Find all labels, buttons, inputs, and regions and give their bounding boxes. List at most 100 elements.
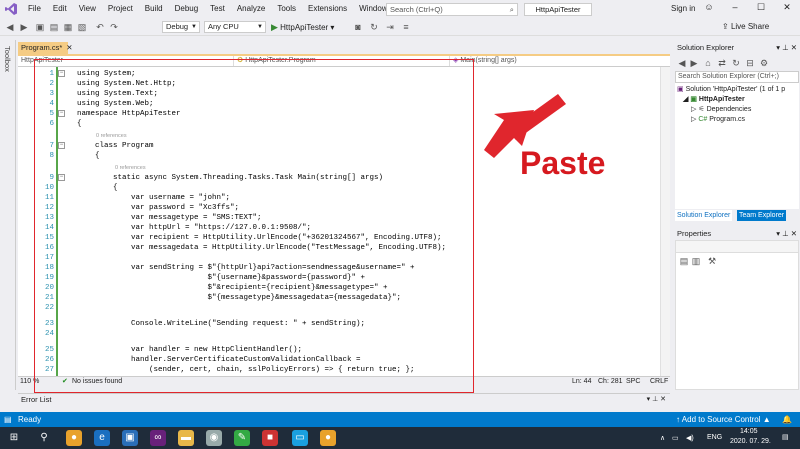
visual-studio-logo-icon (0, 0, 22, 18)
tree-project[interactable]: ◢ ▣ HttpApiTester (683, 95, 745, 104)
menu-debug[interactable]: Debug (169, 0, 205, 18)
tab-solution-explorer[interactable]: Solution Explorer (675, 210, 733, 221)
clock-date[interactable]: 2020. 07. 29. (730, 438, 771, 445)
search-icon: ⌕ (509, 5, 514, 14)
tab-team-explorer[interactable]: Team Explorer (737, 210, 787, 221)
chrome-icon[interactable]: ● (66, 430, 82, 446)
save-all-icon[interactable]: ▧ (76, 21, 88, 33)
toolbox-panel[interactable]: Toolbox (0, 40, 16, 390)
line-ending: CRLF (650, 378, 669, 385)
open-icon[interactable]: ▤ (48, 21, 60, 33)
forward-icon[interactable]: ▶ (18, 21, 30, 33)
volume-icon[interactable]: ◀) (686, 434, 694, 442)
configuration-select[interactable]: Debug ▼ (162, 21, 200, 33)
forward-icon[interactable]: ▶ (688, 57, 700, 69)
solution-search-input[interactable]: Search Solution Explorer (Ctrl+;) (675, 71, 799, 83)
tree-program-cs[interactable]: ▷ C# Program.cs (691, 115, 745, 124)
menu-edit[interactable]: Edit (47, 0, 73, 18)
dependencies-icon: ⚟ (698, 106, 705, 113)
monitor-icon[interactable]: ▭ (292, 430, 308, 446)
tree-solution[interactable]: ▣ Solution 'HttpApiTester' (1 of 1 p (677, 85, 785, 94)
live-share-icon: ⇪ (722, 22, 729, 31)
search-input[interactable]: Search (Ctrl+Q) ⌕ (386, 3, 518, 16)
menu-analyze[interactable]: Analyze (231, 0, 271, 18)
paint-icon[interactable]: ✎ (234, 430, 250, 446)
tree-dependencies[interactable]: ▷ ⚟ Dependencies (691, 105, 751, 114)
collapse-icon[interactable]: ⊟ (744, 57, 756, 69)
menu-project[interactable]: Project (102, 0, 139, 18)
play-icon: ▶ (271, 22, 278, 32)
categorized-icon[interactable]: ▤ (678, 255, 690, 267)
notifications-icon[interactable]: 🔔 (782, 412, 792, 427)
status-ready: Ready (18, 415, 42, 424)
network-icon[interactable]: ▭ (672, 434, 679, 442)
maximize-icon[interactable]: ☐ (752, 2, 770, 13)
camera-icon[interactable]: ◙ (352, 21, 364, 33)
panel-close-icon[interactable]: ▾ ⊥ ✕ (776, 228, 797, 239)
home-icon[interactable]: ⌂ (702, 57, 714, 69)
settings-icon[interactable]: ⚙ (758, 57, 770, 69)
redo-icon[interactable]: ↷ (108, 21, 120, 33)
properties-object-select[interactable] (676, 241, 798, 253)
menu-file[interactable]: File (22, 0, 47, 18)
status-bar: ▤ Ready ↑ Add to Source Control ▲ 🔔 (0, 412, 800, 427)
search-icon[interactable]: ⚲ (36, 430, 52, 446)
platform-select[interactable]: Any CPU ▼ (204, 21, 266, 33)
hot-reload-icon[interactable]: ↻ (368, 21, 380, 33)
wrench-icon[interactable]: ⚒ (706, 255, 718, 267)
nav-member-select[interactable]: ◈ Main(string[] args) (450, 56, 670, 66)
minimize-icon[interactable]: – (726, 2, 744, 12)
step-icon[interactable]: ⇥ (384, 21, 396, 33)
csharp-file-icon: C# (698, 116, 708, 123)
refresh-icon[interactable]: ↻ (730, 57, 742, 69)
file-explorer-icon[interactable]: ▬ (178, 430, 194, 446)
undo-icon[interactable]: ↶ (94, 21, 106, 33)
media-icon[interactable]: ■ (262, 430, 278, 446)
app-icon[interactable]: ▣ (122, 430, 138, 446)
save-icon[interactable]: ▦ (62, 21, 74, 33)
back-icon[interactable]: ◀ (676, 57, 688, 69)
network-app-icon[interactable]: ◉ (206, 430, 222, 446)
tab-program-cs[interactable]: Program.cs* ✕ (18, 42, 73, 54)
menu-test[interactable]: Test (204, 0, 231, 18)
panel-close-icon[interactable]: ▾ ⊥ ✕ (776, 42, 797, 54)
properties-title: Properties ▾ ⊥ ✕ (677, 228, 797, 239)
solution-icon: ▣ (677, 86, 684, 93)
line-indicator: Ln: 44 (572, 378, 592, 385)
tray-arrow-icon[interactable]: ∧ (660, 434, 665, 442)
add-to-source-control[interactable]: ↑ Add to Source Control ▲ (676, 412, 771, 427)
edge-icon[interactable]: e (94, 430, 110, 446)
panel-pin-icon[interactable]: ▾ ⊥ ✕ (647, 395, 666, 403)
tab-close-icon[interactable]: ✕ (66, 43, 72, 52)
menu-view[interactable]: View (73, 0, 102, 18)
highlight-box (34, 59, 474, 393)
action-center-icon[interactable]: ▤ (782, 433, 789, 441)
sign-in-link[interactable]: Sign in (671, 4, 695, 13)
back-icon[interactable]: ◀ (4, 21, 16, 33)
comment-icon[interactable]: ≡ (400, 21, 412, 33)
toolbar: ◀ ▶ ▣ ▤ ▦ ▧ ↶ ↷ Debug ▼ Any CPU ▼ ▶ HttpAp… (0, 18, 800, 36)
error-list-panel[interactable]: Error List ▾ ⊥ ✕ (18, 393, 670, 413)
account-icon[interactable]: ☺ (700, 2, 718, 12)
toolbox-label: Toolbox (3, 46, 12, 72)
column-indicator: Ch: 281 (598, 378, 623, 385)
project-icon: ▣ (690, 96, 697, 103)
close-icon[interactable]: ✕ (778, 2, 796, 13)
windows-taskbar: ⊞ ⚲ ● e ▣ ∞ ▬ ◉ ✎ ■ ▭ ● ∧ ▭ ◀) ENG 14:05… (0, 427, 800, 449)
status-icon: ▤ (4, 415, 12, 424)
visual-studio-icon[interactable]: ∞ (150, 430, 166, 446)
language-indicator[interactable]: ENG (707, 434, 722, 441)
live-share-button[interactable]: ⇪ Live Share (722, 22, 769, 31)
sync-icon[interactable]: ⇄ (716, 57, 728, 69)
menu-build[interactable]: Build (139, 0, 169, 18)
menu-tools[interactable]: Tools (271, 0, 302, 18)
start-debug-button[interactable]: ▶ HttpApiTester ▾ (271, 21, 334, 34)
new-project-icon[interactable]: ▣ (34, 21, 46, 33)
alphabetical-icon[interactable]: ▥ (690, 255, 702, 267)
chrome-icon[interactable]: ● (320, 430, 336, 446)
explorer-tabs: Solution Explorer Team Explorer (675, 210, 799, 221)
clock-time[interactable]: 14:05 (740, 428, 758, 435)
windows-start-icon[interactable]: ⊞ (6, 430, 22, 446)
menu-extensions[interactable]: Extensions (302, 0, 353, 18)
editor-scrollbar[interactable] (660, 67, 670, 376)
